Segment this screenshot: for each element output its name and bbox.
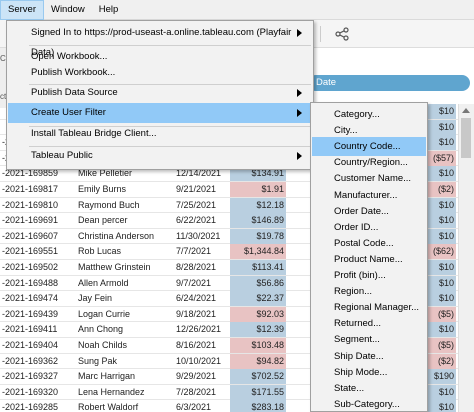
customer-name-cell: Lena Hernandez	[78, 386, 145, 397]
customer-name-cell: Rob Lucas	[78, 246, 122, 257]
server-menu: Signed In to https://prod-useast-a.onlin…	[6, 20, 314, 170]
user-filter-submenu: Category... City... Country Code... Country…	[310, 102, 428, 412]
sales-cell: $1.91	[230, 182, 286, 197]
menu-item-publish-data-source[interactable]: Publish Data Source	[8, 83, 312, 103]
order-date-cell: 10/10/2021	[176, 355, 222, 366]
sales-cell: $92.03	[230, 306, 286, 322]
order-id-cell: -2021-169320	[2, 386, 59, 397]
order-date-cell: 9/29/2021	[176, 371, 217, 382]
order-date-cell: 8/28/2021	[176, 262, 217, 272]
sales-cell: $283.18	[230, 400, 286, 412]
chevron-right-icon	[297, 109, 302, 117]
order-date-cell: 8/16/2021	[176, 340, 217, 350]
sales-cell: $22.37	[230, 291, 286, 307]
sales-cell: $19.78	[230, 228, 286, 244]
sales-cell: $103.48	[230, 338, 286, 353]
customer-name-cell: Noah Childs	[78, 340, 128, 350]
sales-cell: $12.18	[230, 197, 286, 213]
customer-name-cell: Ann Chong	[78, 324, 124, 335]
sales-cell: $146.89	[230, 213, 286, 229]
order-date-cell: 7/28/2021	[176, 386, 217, 397]
customer-name-cell: Dean percer	[78, 215, 128, 226]
scroll-thumb[interactable]	[461, 118, 471, 158]
menu-item-create-user-filter[interactable]: Create User Filter	[8, 103, 312, 123]
sales-cell: $12.39	[230, 322, 286, 338]
order-id-cell: -2021-169691	[2, 215, 59, 226]
order-date-cell: 12/26/2021	[176, 324, 222, 335]
customer-name-cell: Robert Waldorf	[78, 402, 139, 412]
menu-server[interactable]: Server	[0, 0, 44, 20]
order-id-cell: -2021-169439	[2, 308, 59, 319]
menu-item-label: Install Tableau Bridge Client...	[31, 128, 157, 139]
scroll-up-arrow-icon[interactable]	[462, 108, 470, 113]
customer-name-cell: Logan Currie	[78, 308, 131, 319]
menu-bar: Server Window Help	[0, 0, 474, 20]
order-date-cell: 9/21/2021	[176, 184, 217, 194]
sales-cell: $1,344.84	[230, 244, 286, 260]
order-date-cell: 9/7/2021	[176, 277, 212, 288]
order-date-cell: 6/3/2021	[176, 402, 212, 412]
order-id-cell: -2021-169404	[2, 340, 59, 350]
order-id-cell: -2021-169285	[2, 402, 59, 412]
sales-cell: $171.55	[230, 384, 286, 400]
order-date-cell: 11/30/2021	[176, 230, 221, 241]
customer-name-cell: Jay Fein	[78, 293, 113, 304]
order-id-cell: -2021-169810	[2, 199, 59, 210]
order-date-cell: 6/24/2021	[176, 293, 217, 304]
order-id-cell: -2021-169362	[2, 355, 59, 366]
share-icon[interactable]	[334, 26, 350, 42]
order-id-cell: -2021-169502	[2, 262, 59, 272]
order-id-cell: -2021-169474	[2, 293, 59, 304]
order-id-cell: -2021-169551	[2, 246, 59, 257]
menu-help[interactable]: Help	[92, 0, 126, 20]
order-id-cell: -2021-169327	[2, 371, 59, 382]
menu-item-signed-in[interactable]: Signed In to https://prod-useast-a.onlin…	[8, 23, 312, 58]
sales-cell: $113.41	[230, 260, 286, 275]
sales-cell: $702.52	[230, 369, 286, 385]
sales-cell: $56.86	[230, 275, 286, 291]
menu-item-label: Open Workbook...	[31, 51, 108, 62]
customer-name-cell: Matthew Grinstein	[78, 262, 151, 272]
toolbar-separator	[320, 26, 321, 42]
customer-name-cell: Christina Anderson	[78, 230, 155, 241]
menu-item-label: Tableau Public	[31, 150, 93, 161]
customer-name-cell: Raymond Buch	[78, 199, 140, 210]
customer-name-cell: Emily Burns	[78, 184, 127, 194]
pill-label: Date	[316, 77, 337, 88]
customer-name-cell: Sung Pak	[78, 355, 118, 366]
customer-name-cell: Allen Armold	[78, 277, 129, 288]
order-id-cell: -2021-169488	[2, 277, 59, 288]
order-date-pill[interactable]: Date	[308, 75, 470, 91]
order-date-cell: 7/7/2021	[176, 246, 212, 257]
menu-item-install-tableau-bridge[interactable]: Install Tableau Bridge Client...	[8, 124, 312, 144]
customer-name-cell: Marc Harrigan	[78, 371, 136, 382]
sales-cell: $94.82	[230, 353, 286, 369]
submenu-item-sub-category[interactable]: Sub-Category...	[312, 395, 426, 412]
chevron-right-icon	[297, 89, 302, 97]
menu-item-label: Create User Filter	[31, 107, 106, 118]
menu-item-publish-workbook[interactable]: Publish Workbook...	[8, 63, 312, 83]
menu-separator	[29, 45, 311, 46]
order-date-cell: 7/25/2021	[176, 199, 217, 210]
order-id-cell: -2021-169817	[2, 184, 59, 194]
menu-item-tableau-public[interactable]: Tableau Public	[8, 146, 312, 166]
chevron-right-icon	[297, 29, 302, 37]
chevron-right-icon	[297, 152, 302, 160]
menu-window[interactable]: Window	[44, 0, 92, 20]
order-id-cell: -2021-169411	[2, 324, 58, 335]
order-id-cell: -2021-169607	[2, 230, 59, 241]
order-date-cell: 6/22/2021	[176, 215, 217, 226]
menu-item-label: Publish Data Source	[31, 87, 118, 98]
menu-item-label: Publish Workbook...	[31, 67, 116, 78]
order-date-cell: 9/18/2021	[176, 308, 217, 319]
